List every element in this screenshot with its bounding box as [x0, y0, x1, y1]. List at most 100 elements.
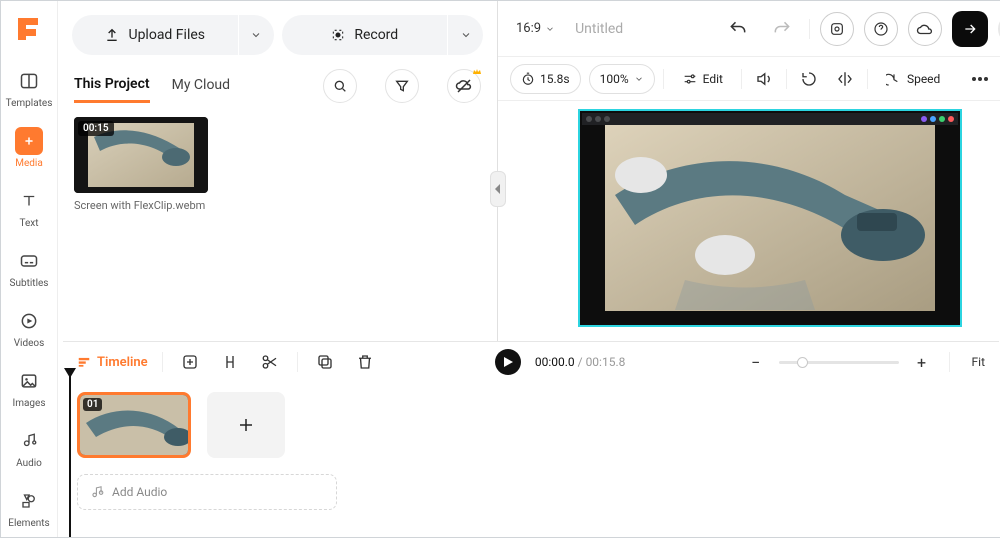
sidebar-label: Images: [12, 398, 45, 409]
duration-value: 15.8s: [540, 72, 570, 86]
upload-dropdown[interactable]: [238, 15, 274, 55]
timeline-mode-button[interactable]: Timeline: [77, 355, 148, 370]
preview-window-strip: [582, 113, 958, 125]
timeline-body[interactable]: 01 Add Audio: [63, 382, 999, 537]
add-audio-label: Add Audio: [112, 485, 167, 499]
rotate-icon: [800, 70, 818, 88]
upload-icon: [104, 27, 120, 43]
sidebar-item-videos[interactable]: Videos: [1, 301, 57, 357]
aspect-ratio-value: 16:9: [516, 21, 541, 36]
more-icon: [971, 76, 989, 82]
collapse-panel-button[interactable]: [490, 171, 506, 207]
undo-button[interactable]: [721, 12, 755, 46]
templates-icon: [15, 67, 43, 95]
sidebar-item-text[interactable]: Text: [1, 181, 57, 237]
sidebar-item-elements[interactable]: Elements: [1, 481, 57, 537]
duration-chip[interactable]: 15.8s: [510, 64, 581, 94]
sidebar-item-media[interactable]: Media: [1, 121, 57, 177]
sidebar-item-audio[interactable]: Audio: [1, 421, 57, 477]
flip-button[interactable]: [831, 65, 859, 93]
cut-button[interactable]: [257, 349, 283, 375]
sidebar-label: Media: [15, 158, 43, 169]
record-button[interactable]: Record: [282, 15, 448, 55]
duration-badge: 00:15: [78, 121, 114, 136]
flip-icon: [836, 70, 854, 88]
chevron-down-icon: [460, 29, 472, 41]
zoom-control: − +: [743, 349, 935, 375]
aspect-ratio-select[interactable]: 16:9: [510, 17, 561, 40]
timecode: 00:00.0 / 00:15.8: [535, 355, 626, 369]
zoom-value: 100%: [600, 72, 629, 86]
speed-icon: [886, 71, 902, 87]
speed-label: Speed: [907, 72, 940, 86]
zoom-chip[interactable]: 100%: [589, 64, 655, 94]
speed-button[interactable]: Speed: [876, 64, 950, 94]
media-thumbnail[interactable]: 00:15: [74, 117, 208, 193]
preview-image: [605, 125, 935, 311]
upload-files-button[interactable]: Upload Files: [72, 15, 238, 55]
sidebar-label: Videos: [14, 338, 45, 349]
sliders-icon: [682, 71, 698, 87]
top-bar: 16:9 Untitled: [498, 1, 1000, 57]
zoom-out-button[interactable]: −: [743, 349, 769, 375]
cloud-save-button[interactable]: [908, 12, 942, 46]
edit-label: Edit: [703, 72, 723, 86]
cloud-sync-button[interactable]: [447, 69, 481, 103]
split-button[interactable]: [217, 349, 243, 375]
help-icon: [873, 21, 889, 37]
zoom-knob[interactable]: [797, 357, 808, 368]
timeline-section: Timeline 00:00.0 / 00:15.8 − + Fit 01: [63, 341, 999, 537]
search-button[interactable]: [323, 69, 357, 103]
redo-button[interactable]: [765, 12, 799, 46]
edit-button[interactable]: Edit: [672, 64, 733, 94]
fit-button[interactable]: Fit: [972, 355, 985, 369]
timeline-toolbar: Timeline 00:00.0 / 00:15.8 − + Fit: [63, 342, 999, 382]
add-clip-button[interactable]: [207, 392, 285, 458]
search-icon: [332, 78, 348, 94]
zoom-in-button[interactable]: +: [909, 349, 935, 375]
sidebar-item-images[interactable]: Images: [1, 361, 57, 417]
sidebar-label: Audio: [16, 458, 42, 469]
add-audio-button[interactable]: Add Audio: [77, 474, 337, 510]
sidebar-item-subtitles[interactable]: Subtitles: [1, 241, 57, 297]
zoom-slider[interactable]: [779, 361, 899, 364]
add-track-button[interactable]: [177, 349, 203, 375]
clip-badge: 01: [83, 398, 102, 411]
subtitles-icon: [15, 247, 43, 275]
record-label: Record: [354, 27, 398, 43]
sidebar-label: Templates: [6, 98, 53, 109]
chevron-down-icon: [250, 29, 262, 41]
preview-canvas[interactable]: [578, 109, 962, 327]
tab-my-cloud[interactable]: My Cloud: [172, 71, 230, 101]
upload-label: Upload Files: [128, 27, 205, 43]
export-button[interactable]: [952, 11, 988, 47]
chevron-down-icon: [545, 24, 555, 34]
sidebar-item-templates[interactable]: Templates: [1, 61, 57, 117]
play-button[interactable]: [495, 349, 521, 375]
help-button[interactable]: [864, 12, 898, 46]
volume-button[interactable]: [750, 65, 778, 93]
app-logo[interactable]: [11, 11, 47, 47]
filter-button[interactable]: [385, 69, 419, 103]
rotate-button[interactable]: [795, 65, 823, 93]
arrow-right-icon: [962, 21, 978, 37]
sidebar-label: Subtitles: [10, 278, 49, 289]
cloud-off-icon: [455, 77, 473, 95]
media-item[interactable]: 00:15 Screen with FlexClip.webm: [74, 117, 208, 212]
left-sidebar: Templates Media Text Subtitles Videos Im…: [1, 1, 58, 537]
history-button[interactable]: [820, 12, 854, 46]
copy-button[interactable]: [312, 349, 338, 375]
elements-icon: [15, 487, 43, 515]
undo-icon: [728, 19, 748, 39]
record-dropdown[interactable]: [447, 15, 483, 55]
playhead[interactable]: [69, 370, 71, 537]
tab-this-project[interactable]: This Project: [74, 70, 150, 103]
audio-icon: [15, 427, 43, 455]
plus-square-icon: [181, 353, 199, 371]
more-button[interactable]: [966, 65, 994, 93]
delete-clip-button[interactable]: [352, 349, 378, 375]
images-icon: [15, 367, 43, 395]
current-time: 00:00.0: [535, 355, 575, 369]
timeline-clip[interactable]: 01: [77, 392, 191, 458]
project-title[interactable]: Untitled: [575, 21, 711, 37]
